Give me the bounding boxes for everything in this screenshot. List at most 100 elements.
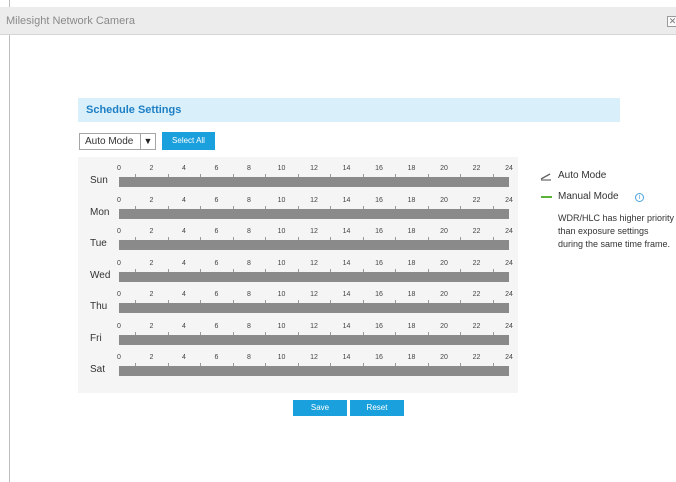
hour-tick-label: 6 [214,354,219,361]
hour-tick-label: 10 [277,196,286,204]
hour-tick-label: 14 [342,196,351,204]
reset-button[interactable]: Reset [350,400,404,416]
day-label: Tue [90,238,107,249]
day-schedule-bar[interactable] [119,177,509,187]
hour-tick-label: 6 [214,196,219,204]
day-row: 0 2 4 6 8 10 12 14 16 18 20 22 24 Tue [78,228,518,260]
day-row: 0 2 4 6 8 10 12 14 16 18 20 22 24 Sun [78,165,518,197]
hour-tick-label: 16 [375,259,383,267]
section-title: Schedule Settings [86,104,182,116]
day-row: 0 2 4 6 8 10 12 14 16 18 20 22 24 Sat [78,354,518,386]
schedule-settings-header: Schedule Settings [78,98,620,122]
hour-tick-label: 18 [407,291,416,298]
hour-tick-label: 4 [182,259,186,267]
info-icon[interactable]: i [635,193,644,202]
hour-tick-label: 2 [149,165,154,172]
day-row: 0 2 4 6 8 10 12 14 16 18 20 22 24 Wed [78,260,518,292]
day-schedule-bar[interactable] [119,208,509,219]
hour-tick-label: 14 [342,354,351,361]
hour-tick-label: 2 [149,291,154,298]
day-schedule-bar[interactable] [119,334,509,345]
day-label: Sat [90,364,106,375]
hour-tick-label: 24 [505,228,513,235]
mode-select[interactable]: Auto Mode ▼ [79,133,156,150]
hour-tick-label: 6 [214,291,219,298]
hour-tick-label: 8 [247,196,251,204]
hour-tick-label: 2 [149,228,154,235]
hour-tick-label: 4 [182,196,186,204]
hour-tick-label: 4 [182,291,186,298]
hour-tick-label: 12 [310,228,318,235]
hour-tick-label: 14 [342,165,351,172]
hour-tick-label: 20 [440,354,448,361]
hour-tick-label: 24 [505,291,513,298]
hour-tick-label: 12 [310,196,318,204]
hour-tick-label: 6 [214,228,219,235]
hour-tick-label: 16 [375,291,383,298]
day-label: Thu [90,301,108,312]
hour-tick-label: 12 [310,165,318,172]
hour-tick-label: 16 [375,165,383,172]
hour-tick-label: 24 [505,259,513,267]
window-title: Milesight Network Camera [6,15,135,27]
hour-tick-label: 14 [342,291,351,298]
hour-tick-label: 18 [407,354,416,361]
mode-select-value: Auto Mode [85,136,134,147]
hour-tick-label: 16 [375,196,383,204]
hour-tick-label: 0 [117,322,121,330]
hour-tick-label: 2 [149,196,154,204]
close-icon[interactable]: ✕ [667,16,676,27]
hour-tick-label: 0 [117,291,121,298]
hour-tick-label: 24 [505,354,513,361]
day-label: Sun [90,175,108,186]
schedule-grid: 0 2 4 6 8 10 12 14 16 18 20 22 24 Sun 0 2 4 6 8 10 12 14 16 18 2… [78,157,518,393]
hour-tick-label: 22 [472,322,481,330]
hour-tick-label: 0 [117,228,121,235]
hour-tick-label: 4 [182,322,186,330]
hour-tick-label: 16 [375,322,383,330]
hour-tick-label: 24 [505,196,513,204]
hour-tick-label: 12 [310,354,318,361]
hour-tick-label: 14 [342,228,351,235]
hour-tick-label: 18 [407,259,416,267]
hour-tick-label: 10 [277,322,286,330]
hour-tick-label: 2 [149,322,154,330]
hour-tick-label: 10 [277,291,286,298]
hour-tick-label: 4 [182,228,186,235]
day-schedule-bar[interactable] [119,240,509,250]
day-schedule-bar[interactable] [119,303,509,313]
hour-tick-label: 18 [407,322,416,330]
hour-tick-label: 8 [247,322,251,330]
select-all-button[interactable]: Select All [162,132,215,150]
hour-tick-label: 8 [247,165,251,172]
hour-tick-label: 0 [117,196,121,204]
hour-tick-label: 22 [472,291,481,298]
save-button[interactable]: Save [293,400,347,416]
hour-tick-label: 18 [407,165,416,172]
hour-tick-label: 16 [375,228,383,235]
hour-tick-label: 20 [440,196,448,204]
day-schedule-bar[interactable] [119,271,509,282]
hour-tick-label: 2 [149,259,154,267]
chevron-down-icon[interactable]: ▼ [140,134,155,149]
hour-tick-label: 12 [310,322,318,330]
hour-tick-label: 24 [505,165,513,172]
hour-tick-label: 18 [407,196,416,204]
day-schedule-bar[interactable] [119,366,509,376]
title-bar: Milesight Network Camera ✕ [0,7,676,35]
hour-tick-label: 20 [440,165,448,172]
day-label: Wed [90,269,111,281]
hour-tick-label: 22 [472,165,481,172]
day-row: 0 2 4 6 8 10 12 14 16 18 20 22 24 Fri [78,323,518,355]
hour-tick-label: 20 [440,259,448,267]
hour-tick-label: 2 [149,354,154,361]
hour-tick-label: 0 [117,354,121,361]
hour-tick-label: 20 [440,228,448,235]
hour-tick-label: 14 [342,322,351,330]
hour-tick-label: 6 [214,322,219,330]
hour-tick-label: 12 [310,259,318,267]
window-left-border [9,0,10,482]
hour-tick-label: 10 [277,354,286,361]
hour-tick-label: 8 [247,228,251,235]
wdr-note: WDR/HLC has higher priority than exposur… [558,213,675,249]
